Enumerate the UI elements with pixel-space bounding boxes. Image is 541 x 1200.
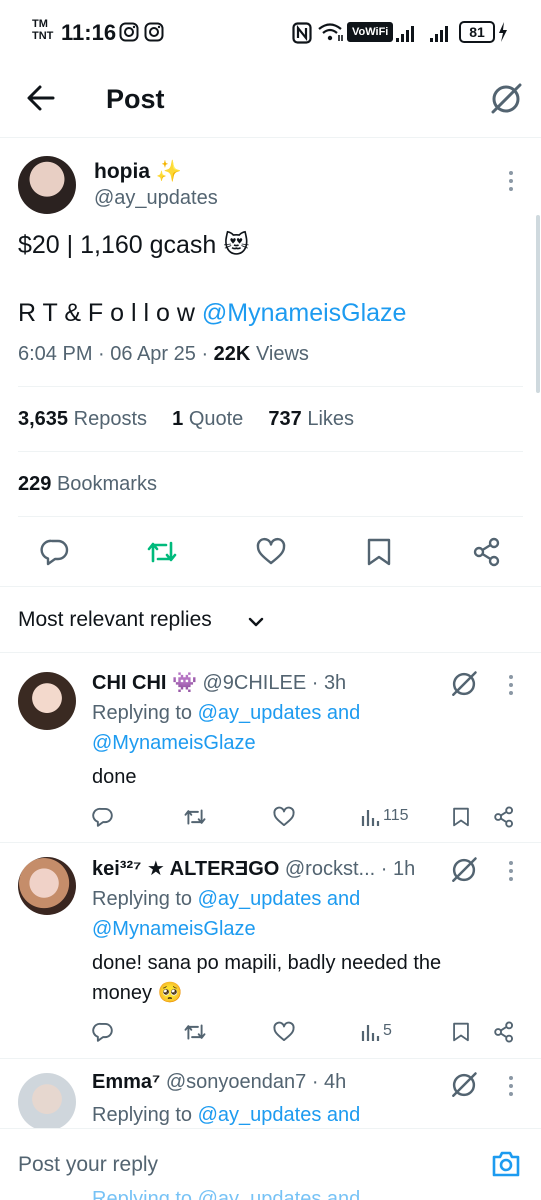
reply-header: Emma⁷ @sonyoendan7 · 4h (92, 1071, 347, 1093)
reply-author-handle[interactable]: @sonyoendan7 (166, 1071, 306, 1093)
reply-time: 4h (324, 1071, 347, 1093)
grok-icon[interactable] (450, 1071, 478, 1099)
divider (18, 386, 523, 387)
divider (18, 516, 523, 517)
bookmarks-stat[interactable]: 229 Bookmarks (18, 473, 157, 496)
reply-input[interactable]: Post your reply (18, 1153, 158, 1177)
reply-avatar[interactable] (18, 672, 76, 730)
reply-header: CHI CHI 👾 @9CHILEE · 3h (92, 672, 347, 694)
header-bar: Post (0, 64, 541, 138)
likes-stat[interactable]: 737 Likes (268, 408, 354, 430)
bookmark-icon[interactable] (452, 806, 470, 828)
post-meta: 6:04 PM · 06 Apr 25 · 22K Views (18, 343, 309, 365)
author-avatar[interactable] (18, 156, 76, 214)
like-icon[interactable] (273, 806, 295, 828)
repost-icon[interactable] (183, 1021, 207, 1043)
grok-icon[interactable] (450, 856, 478, 884)
post-text-line1: $20 | 1,160 gcash 😻 (18, 231, 250, 259)
scrollbar[interactable] (536, 215, 540, 393)
reply-text: done (92, 766, 137, 788)
replying-to: Replying to @ay_updates and (92, 1104, 361, 1126)
signal-icon (430, 22, 454, 44)
divider (0, 586, 541, 587)
carrier-label: TM TNT (32, 18, 53, 42)
replying-to: Replying to @ay_updates and @MynameisGla… (92, 702, 361, 754)
reply-author-handle[interactable]: @rockst... (285, 858, 375, 880)
replying-to: Replying to @ay_updates and @MynameisGla… (92, 888, 361, 940)
author-name[interactable]: hopia ✨ (94, 160, 182, 184)
reply-author-name[interactable]: kei³²⁷ ★ ALTERƎGO (92, 858, 279, 880)
reply-author-handle[interactable]: @9CHILEE (202, 672, 306, 694)
share-icon[interactable] (493, 1021, 515, 1043)
views-count: 22K (213, 343, 251, 365)
more-options-icon[interactable] (502, 1075, 520, 1097)
replies-sort-dropdown[interactable]: Most relevant replies (18, 608, 212, 632)
reply-avatar[interactable] (18, 857, 76, 915)
divider (0, 842, 541, 843)
divider (0, 1058, 541, 1059)
camera-icon[interactable] (490, 1149, 522, 1179)
carrier-bottom: TNT (32, 30, 54, 42)
status-bar: TM TNT 11:16 VoWiFi 81 (0, 0, 541, 60)
battery-icon: 81 (459, 21, 495, 43)
more-options-icon[interactable] (502, 860, 520, 882)
reply-author-name[interactable]: CHI CHI (92, 672, 166, 694)
scrolled-content-peek: Replying to @ay_updates and (92, 1188, 361, 1200)
instagram-notification-icon (144, 22, 164, 42)
grok-icon[interactable] (489, 82, 523, 116)
signal-icon (396, 22, 420, 44)
reply-icon[interactable] (92, 1021, 114, 1043)
heart-eyes-cat-emoji: 😻 (223, 231, 250, 259)
bookmark-icon[interactable] (366, 537, 392, 567)
author-handle[interactable]: @ay_updates (94, 187, 218, 210)
engagement-stats: 3,635 Reposts 1 Quote 737 Likes (18, 408, 354, 431)
alien-monster-emoji: 👾 (172, 672, 197, 694)
back-arrow-icon[interactable] (26, 84, 56, 112)
instagram-notification-icon (119, 22, 139, 42)
views-count: 115 (383, 807, 409, 824)
views-count: 5 (383, 1022, 392, 1039)
carrier-top: TM (32, 18, 48, 30)
sparkles-emoji: ✨ (155, 160, 182, 183)
post-date: 06 Apr 25 (110, 343, 196, 365)
reply-time: 3h (323, 672, 347, 694)
pleading-face-emoji: 🥺 (157, 982, 183, 1004)
like-icon[interactable] (273, 1021, 295, 1043)
vowifi-badge: VoWiFi (347, 22, 394, 42)
post-time: 6:04 PM (18, 343, 93, 365)
bookmark-icon[interactable] (452, 1021, 470, 1043)
repost-icon[interactable] (183, 806, 207, 828)
reply-text: done! sana po mapili, badly needed the m… (92, 952, 442, 1004)
reply-time: 1h (392, 858, 416, 880)
page-title: Post (106, 84, 165, 114)
mention-link[interactable]: @MynameisGlaze (202, 299, 407, 327)
share-icon[interactable] (472, 537, 502, 567)
views-icon[interactable] (360, 1022, 380, 1042)
wifi-icon (318, 22, 344, 42)
reply-author-name[interactable]: Emma⁷ (92, 1071, 160, 1093)
divider (0, 652, 541, 653)
grok-icon[interactable] (450, 670, 478, 698)
divider (18, 451, 523, 452)
reposts-stat[interactable]: 3,635 Reposts (18, 408, 147, 430)
chevron-down-icon[interactable] (247, 614, 265, 630)
charging-icon (498, 21, 508, 43)
reply-icon[interactable] (92, 806, 114, 828)
views-label: Views (255, 343, 309, 365)
like-icon[interactable] (256, 537, 286, 567)
views-icon[interactable] (360, 807, 380, 827)
reply-avatar[interactable] (18, 1073, 76, 1131)
share-icon[interactable] (493, 806, 515, 828)
reply-icon[interactable] (40, 537, 70, 567)
nfc-icon (292, 22, 312, 44)
post-text-line2: R T & F o l l o w @MynameisGlaze (18, 299, 407, 327)
clock: 11:16 (61, 20, 117, 45)
reply-composer: Post your reply Replying to @ay_updates … (0, 1128, 541, 1200)
quotes-stat[interactable]: 1 Quote (172, 408, 243, 430)
more-options-icon[interactable] (502, 674, 520, 696)
more-options-icon[interactable] (502, 170, 520, 192)
repost-icon[interactable] (146, 537, 178, 567)
reply-header: kei³²⁷ ★ ALTERƎGO @rockst... · 1h (92, 858, 416, 880)
